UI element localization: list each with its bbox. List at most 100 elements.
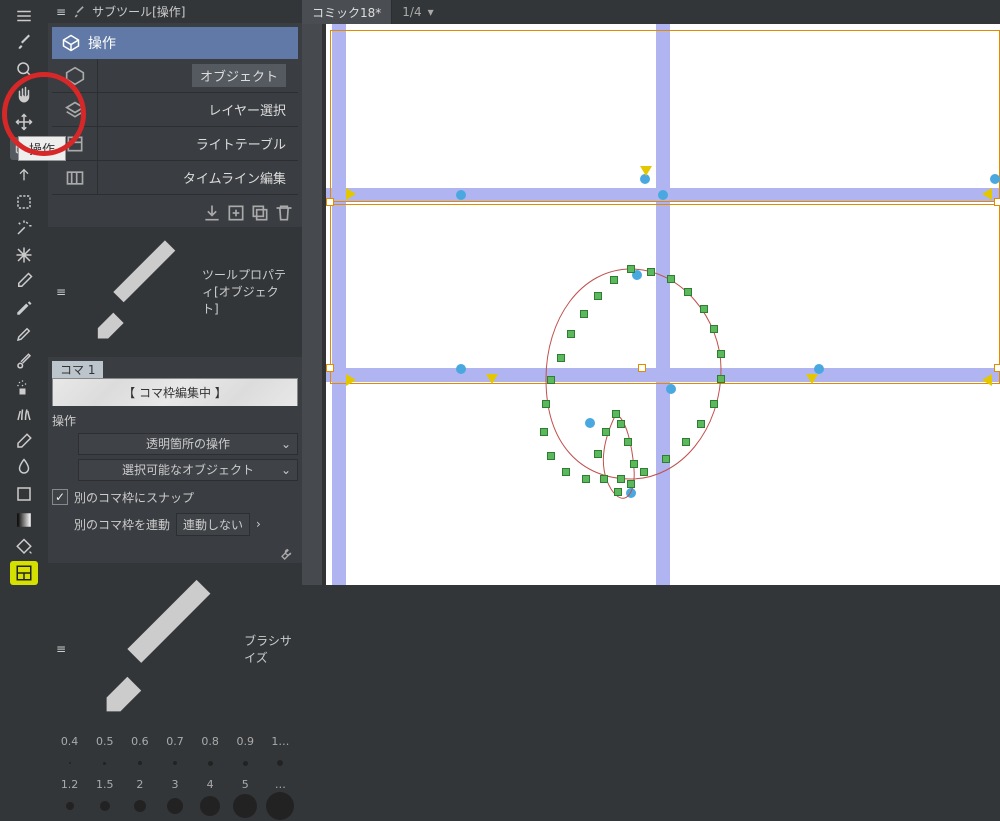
frame-tool-icon[interactable] bbox=[10, 561, 38, 585]
burst-icon[interactable] bbox=[10, 243, 38, 267]
magnifier-icon[interactable] bbox=[10, 57, 38, 81]
brush-size-dot[interactable] bbox=[263, 748, 298, 778]
checkbox-checked-icon[interactable]: ✓ bbox=[52, 489, 68, 505]
menu-small-icon[interactable]: ≡ bbox=[56, 642, 66, 656]
guide-triangle-icon[interactable] bbox=[346, 188, 356, 200]
brush-size-dot[interactable] bbox=[87, 791, 122, 821]
eraser-icon[interactable] bbox=[10, 429, 38, 453]
brush-size-dot[interactable] bbox=[157, 791, 192, 821]
brush-icon[interactable] bbox=[10, 31, 38, 55]
page-indicator[interactable]: 1/4 ▾ bbox=[392, 0, 443, 24]
selection-handle[interactable] bbox=[326, 198, 334, 206]
guide-triangle-icon[interactable] bbox=[346, 374, 356, 386]
marker-icon[interactable] bbox=[10, 323, 38, 347]
hand-icon[interactable] bbox=[10, 84, 38, 108]
bezier-control-point[interactable] bbox=[697, 420, 705, 428]
grass-icon[interactable] bbox=[10, 402, 38, 426]
bezier-control-point[interactable] bbox=[594, 450, 602, 458]
bezier-control-point[interactable] bbox=[627, 480, 635, 488]
brush-size-dot[interactable] bbox=[87, 748, 122, 778]
document-tab[interactable]: コミック18* bbox=[302, 0, 392, 24]
bezier-control-point[interactable] bbox=[542, 400, 550, 408]
blur-icon[interactable] bbox=[10, 455, 38, 479]
bezier-control-point[interactable] bbox=[617, 475, 625, 483]
bezier-control-point[interactable] bbox=[594, 292, 602, 300]
bezier-control-point[interactable] bbox=[630, 460, 638, 468]
bezier-control-point[interactable] bbox=[667, 275, 675, 283]
duplicate-subtool-icon[interactable] bbox=[250, 203, 270, 223]
bezier-control-point[interactable] bbox=[662, 455, 670, 463]
bezier-control-point[interactable] bbox=[617, 420, 625, 428]
link-value-dropdown[interactable]: 連動しない bbox=[176, 513, 250, 536]
bezier-control-point[interactable] bbox=[547, 452, 555, 460]
guide-triangle-icon[interactable] bbox=[982, 188, 992, 200]
lasso-icon[interactable] bbox=[10, 190, 38, 214]
bezier-control-point[interactable] bbox=[582, 475, 590, 483]
bucket-icon[interactable] bbox=[10, 535, 38, 559]
bezier-control-point[interactable] bbox=[540, 428, 548, 436]
brush-size-dot[interactable] bbox=[52, 791, 87, 821]
brush-size-dot[interactable] bbox=[122, 791, 157, 821]
brush-size-dot[interactable] bbox=[122, 748, 157, 778]
chevron-right-icon[interactable]: › bbox=[256, 517, 261, 531]
brush-size-dot[interactable] bbox=[157, 748, 192, 778]
bezier-control-point[interactable] bbox=[717, 375, 725, 383]
bezier-control-point[interactable] bbox=[624, 438, 632, 446]
bezier-control-point[interactable] bbox=[567, 330, 575, 338]
bezier-control-point[interactable] bbox=[682, 438, 690, 446]
guide-triangle-icon[interactable] bbox=[640, 166, 652, 176]
pen-icon[interactable] bbox=[10, 296, 38, 320]
frame-tag[interactable]: コマ 1 bbox=[52, 361, 103, 378]
snap-checkbox-row[interactable]: ✓ 別のコマ枠にスナップ bbox=[52, 485, 298, 510]
bezier-control-point[interactable] bbox=[580, 310, 588, 318]
move-icon[interactable] bbox=[10, 110, 38, 134]
selection-handle[interactable] bbox=[326, 364, 334, 372]
bezier-control-point[interactable] bbox=[547, 376, 555, 384]
bezier-control-point[interactable] bbox=[700, 305, 708, 313]
spray-icon[interactable] bbox=[10, 376, 38, 400]
brush-size-dot[interactable] bbox=[228, 748, 263, 778]
bezier-control-point[interactable] bbox=[647, 268, 655, 276]
menu-small-icon[interactable]: ≡ bbox=[56, 285, 66, 299]
canvas-viewport[interactable] bbox=[302, 24, 1000, 585]
subtool-item-layerselect[interactable]: レイヤー選択 bbox=[52, 93, 298, 127]
brush-size-dot[interactable] bbox=[228, 791, 263, 821]
subtool-main-dropdown[interactable]: 操作 bbox=[52, 27, 298, 59]
brush-size-dot[interactable] bbox=[193, 748, 228, 778]
bezier-control-point[interactable] bbox=[600, 475, 608, 483]
bezier-control-point[interactable] bbox=[602, 428, 610, 436]
menu-small-icon[interactable]: ≡ bbox=[56, 5, 66, 19]
edge-handle[interactable] bbox=[456, 364, 466, 374]
shape-icon[interactable] bbox=[10, 482, 38, 506]
bezier-control-point[interactable] bbox=[627, 265, 635, 273]
edge-handle[interactable] bbox=[658, 190, 668, 200]
brush-size-dot[interactable] bbox=[193, 791, 228, 821]
edge-handle[interactable] bbox=[990, 174, 1000, 184]
selection-box-top[interactable] bbox=[330, 30, 1000, 202]
subtool-item-object[interactable]: オブジェクト bbox=[52, 59, 298, 93]
subtool-item-lighttable[interactable]: ライトテーブル bbox=[52, 127, 298, 161]
bezier-shape[interactable] bbox=[526, 264, 776, 514]
canvas-page[interactable] bbox=[322, 24, 1000, 585]
bezier-control-point[interactable] bbox=[612, 410, 620, 418]
selectable-object-dropdown[interactable]: 選択可能なオブジェクト ⌄ bbox=[78, 459, 298, 481]
brush-size-dot[interactable] bbox=[52, 748, 87, 778]
bezier-control-point[interactable] bbox=[710, 400, 718, 408]
transparent-op-dropdown[interactable]: 透明箇所の操作 ⌄ bbox=[78, 433, 298, 455]
bezier-control-point[interactable] bbox=[684, 288, 692, 296]
selection-handle[interactable] bbox=[994, 198, 1000, 206]
wrench-icon[interactable] bbox=[278, 545, 294, 561]
bezier-control-point[interactable] bbox=[557, 354, 565, 362]
add-subtool-icon[interactable] bbox=[226, 203, 246, 223]
magic-wand-icon[interactable] bbox=[10, 216, 38, 240]
guide-triangle-icon[interactable] bbox=[486, 374, 498, 384]
brush-size-dot[interactable] bbox=[263, 791, 298, 821]
edge-handle[interactable] bbox=[456, 190, 466, 200]
bezier-control-point[interactable] bbox=[562, 468, 570, 476]
guide-triangle-icon[interactable] bbox=[806, 374, 818, 384]
eyedropper-icon[interactable] bbox=[10, 269, 38, 293]
bezier-control-point[interactable] bbox=[614, 488, 622, 496]
download-icon[interactable] bbox=[202, 203, 222, 223]
edge-handle[interactable] bbox=[814, 364, 824, 374]
bezier-control-point[interactable] bbox=[710, 325, 718, 333]
